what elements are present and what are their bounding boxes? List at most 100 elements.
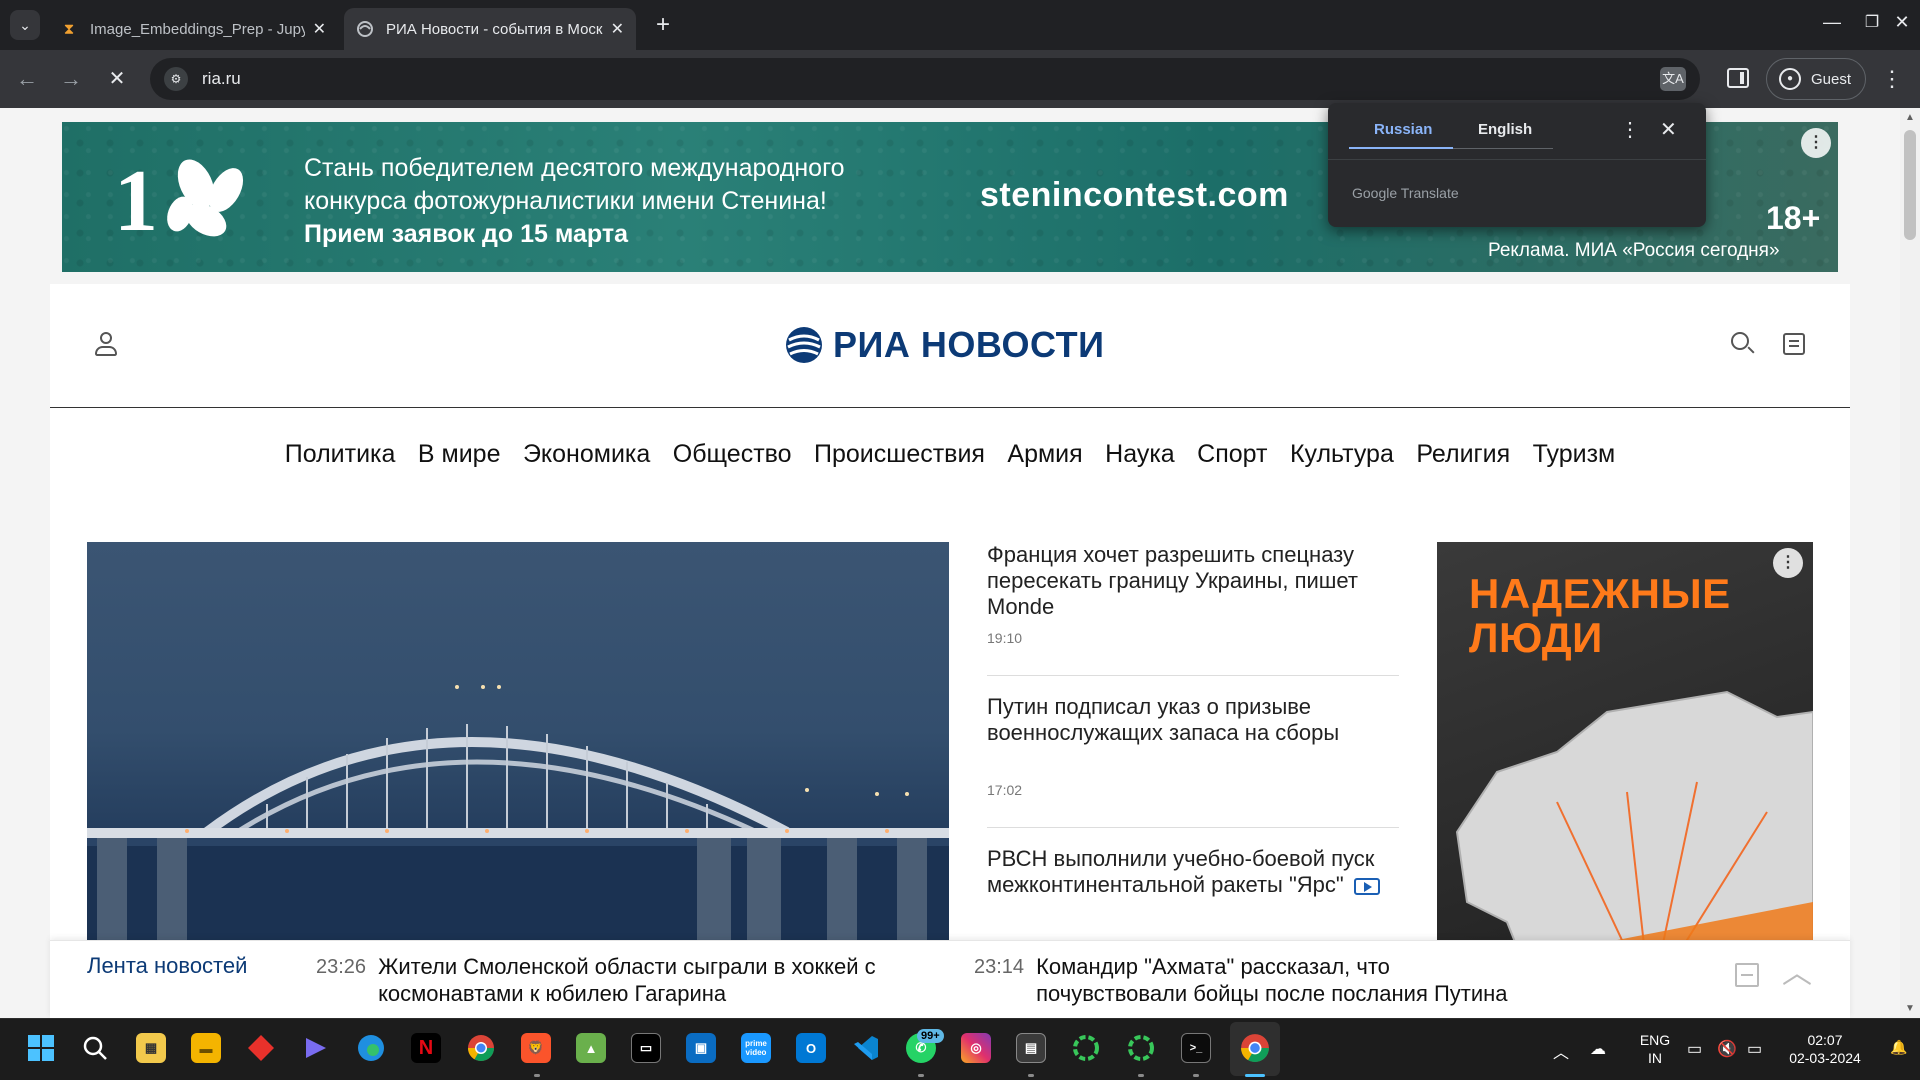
console-icon[interactable]: ▤ [1016, 1033, 1046, 1063]
prime-video-icon[interactable]: prime video [741, 1033, 771, 1063]
ticker-item[interactable]: 23:14 Командир "Ахмата" рассказал, что п… [974, 953, 1534, 1007]
site-info-icon[interactable]: ⚙ [164, 67, 188, 91]
browser-toolbar: ← → ✕ ⚙ ria.ru 文A ● Guest ⋮ [0, 50, 1920, 108]
outlook-icon[interactable]: O [796, 1033, 826, 1063]
ticker-item[interactable]: 23:26 Жители Смоленской области сыграли … [316, 953, 906, 1007]
new-tab-button[interactable]: + [650, 12, 676, 38]
close-icon[interactable]: ✕ [313, 19, 326, 39]
brave-icon[interactable]: 🦁 [521, 1033, 551, 1063]
scroll-down-icon[interactable]: ▼ [1905, 1003, 1915, 1014]
window-close-icon[interactable]: ✕ [1882, 12, 1920, 33]
notification-bell-icon[interactable]: 🔔 [1890, 1039, 1907, 1056]
nav-item-world[interactable]: В мире [418, 440, 501, 469]
vscode-icon[interactable] [851, 1033, 881, 1063]
cloud-icon[interactable]: ☁ [1590, 1039, 1606, 1059]
back-arrow-icon[interactable]: ← [14, 66, 40, 92]
nav-item-science[interactable]: Наука [1105, 440, 1175, 469]
windows-start-icon[interactable] [26, 1033, 56, 1063]
network-icon[interactable]: ▭ [1687, 1039, 1702, 1059]
address-bar[interactable]: ⚙ ria.ru 文A [150, 58, 1700, 100]
language-tab-target[interactable]: English [1478, 121, 1532, 138]
nav-item-religion[interactable]: Религия [1416, 440, 1510, 469]
browser-menu-icon[interactable]: ⋮ [1880, 64, 1904, 94]
loading-app-icon-2[interactable] [1126, 1033, 1156, 1063]
hero-image[interactable] [87, 542, 949, 962]
translate-brand: Google Translate [1352, 185, 1459, 201]
banner-copy: Стань победителем десятого международног… [304, 152, 845, 251]
image-viewer-icon[interactable]: ▲ [576, 1033, 606, 1063]
terminal-icon[interactable]: ▭ [631, 1033, 661, 1063]
close-icon[interactable]: ✕ [611, 19, 624, 39]
chevron-up-icon[interactable]: ︿ [1553, 1039, 1569, 1063]
search-icon[interactable] [1731, 332, 1755, 356]
ticker-minimize-icon[interactable] [1735, 963, 1759, 987]
tab-strip: ⌄ ⧗ Image_Embeddings_Prep - Jupyter ✕ РИ… [0, 0, 1920, 50]
news-title[interactable]: РВСН выполнили учебно-боевой пуск межкон… [987, 846, 1399, 898]
translate-icon[interactable]: 文A [1660, 67, 1686, 91]
scroll-up-icon[interactable]: ▲ [1905, 112, 1915, 123]
url-text[interactable]: ria.ru [202, 69, 241, 89]
loading-app-icon[interactable] [1071, 1033, 1101, 1063]
ad-options-icon[interactable]: ⋮ [1801, 128, 1831, 158]
news-title[interactable]: Путин подписал указ о призыве военнослуж… [987, 694, 1399, 772]
ticker-text[interactable]: Жители Смоленской области сыграли в хокк… [378, 953, 906, 1007]
running-indicator [1028, 1074, 1034, 1077]
nav-item-society[interactable]: Общество [673, 440, 792, 469]
search-icon[interactable] [80, 1033, 110, 1063]
banner-line-1: Стань победителем десятого международног… [304, 154, 845, 182]
news-title[interactable]: Франция хочет разрешить спецназу пересек… [987, 542, 1399, 620]
tab-ria[interactable]: РИА Новости - события в Москве ✕ [344, 8, 636, 50]
tab-jupyter[interactable]: ⧗ Image_Embeddings_Prep - Jupyter ✕ [48, 8, 338, 50]
language-tab-source[interactable]: Russian [1374, 121, 1432, 138]
nav-item-army[interactable]: Армия [1007, 440, 1082, 469]
side-panel-icon[interactable] [1727, 68, 1749, 88]
ticker-text[interactable]: Командир "Ахмата" рассказал, что почувст… [1036, 953, 1534, 1007]
news-item[interactable]: Путин подписал указ о призыве военнослуж… [987, 694, 1399, 828]
side-ad[interactable]: НАДЕЖНЫЕ ЛЮДИ ⋮ [1437, 542, 1813, 972]
nav-item-politics[interactable]: Политика [285, 440, 396, 469]
volume-mute-icon[interactable]: 🔇 [1717, 1039, 1737, 1059]
nav-item-sport[interactable]: Спорт [1197, 440, 1267, 469]
chrome-icon[interactable] [466, 1033, 496, 1063]
app-window-icon[interactable]: ▣ [686, 1033, 716, 1063]
app-diamond-icon[interactable] [246, 1033, 276, 1063]
site-header: РИА НОВОСТИ [50, 284, 1850, 408]
nav-item-culture[interactable]: Культура [1290, 440, 1394, 469]
banner-site-link[interactable]: stenincontest.com [980, 176, 1289, 215]
chevron-up-icon[interactable]: ︿ [1782, 959, 1812, 989]
page-scrollbar[interactable]: ▲ ▼ [1900, 108, 1920, 1018]
edge-icon[interactable] [356, 1033, 386, 1063]
copilot-icon[interactable] [301, 1033, 331, 1063]
profile-button[interactable]: ● Guest [1766, 58, 1866, 100]
news-item[interactable]: Франция хочет разрешить спецназу пересек… [987, 542, 1399, 676]
more-options-icon[interactable]: ⋮ [1620, 117, 1640, 142]
chrome-active-icon[interactable] [1240, 1033, 1270, 1063]
ad-options-icon[interactable]: ⋮ [1773, 548, 1803, 578]
netflix-icon[interactable]: N [411, 1033, 441, 1063]
minimize-icon[interactable]: — [1812, 12, 1852, 33]
user-profile-icon[interactable] [94, 332, 118, 358]
nav-item-economy[interactable]: Экономика [523, 440, 650, 469]
store-icon[interactable]: ▦ [136, 1033, 166, 1063]
page-viewport: 1 Стань победителем десятого международн… [0, 108, 1900, 1018]
nav-item-incidents[interactable]: Происшествия [814, 440, 985, 469]
running-indicator [918, 1074, 924, 1077]
chat-icon[interactable] [1783, 333, 1805, 355]
nav-item-tourism[interactable]: Туризм [1533, 440, 1616, 469]
close-icon[interactable]: ✕ [1660, 117, 1677, 142]
battery-icon[interactable]: ▭ [1747, 1039, 1762, 1059]
language-indicator[interactable]: ENG IN [1635, 1031, 1675, 1067]
site-logo[interactable]: РИА НОВОСТИ [785, 324, 1104, 366]
powershell-icon[interactable]: >_ [1181, 1033, 1211, 1063]
instagram-icon[interactable]: ◎ [961, 1033, 991, 1063]
stop-loading-icon[interactable]: ✕ [104, 66, 130, 92]
clock[interactable]: 02:07 02-03-2024 [1780, 1031, 1870, 1067]
ticker-label[interactable]: Лента новостей [87, 953, 247, 979]
translate-popup: Russian English ⋮ ✕ Google Translate [1328, 103, 1706, 227]
news-time: 19:10 [987, 630, 1023, 646]
scroll-thumb[interactable] [1904, 130, 1916, 240]
tab-search-button[interactable]: ⌄ [10, 10, 40, 40]
forward-arrow-icon[interactable]: → [58, 66, 84, 92]
top-news-list: Франция хочет разрешить спецназу пересек… [987, 542, 1399, 998]
file-explorer-icon[interactable]: ▬ [191, 1033, 221, 1063]
